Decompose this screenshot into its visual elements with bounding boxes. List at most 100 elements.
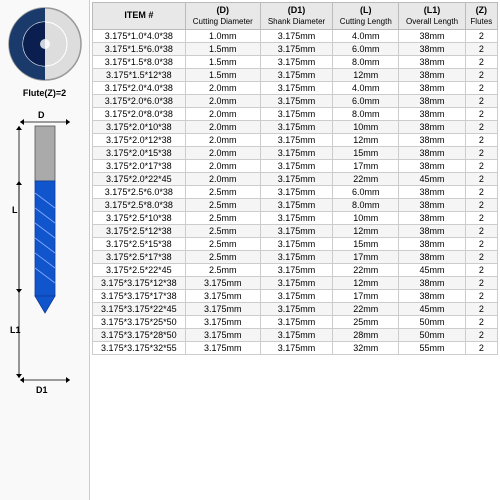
table-cell: 1.5mm bbox=[185, 55, 260, 68]
table-cell: 4.0mm bbox=[333, 81, 399, 94]
table-cell: 3.175mm bbox=[260, 172, 332, 185]
table-cell: 3.175*3.175*32*55 bbox=[93, 341, 186, 354]
table-cell: 3.175mm bbox=[260, 198, 332, 211]
table-cell: 22mm bbox=[333, 302, 399, 315]
table-cell: 3.175mm bbox=[185, 315, 260, 328]
table-cell: 3.175mm bbox=[260, 237, 332, 250]
product-table: ITEM # (D) Cutting Diameter (D1) Shank D… bbox=[92, 2, 498, 355]
table-cell: 12mm bbox=[333, 68, 399, 81]
table-cell: 3.175*3.175*17*38 bbox=[93, 289, 186, 302]
svg-text:D1: D1 bbox=[36, 385, 48, 395]
table-cell: 3.175*2.5*22*45 bbox=[93, 263, 186, 276]
table-cell: 17mm bbox=[333, 289, 399, 302]
table-row: 3.175*2.5*10*382.5mm3.175mm10mm38mm2 bbox=[93, 211, 498, 224]
table-cell: 3.175*3.175*22*45 bbox=[93, 302, 186, 315]
table-cell: 8.0mm bbox=[333, 55, 399, 68]
table-cell: 3.175mm bbox=[260, 68, 332, 81]
table-cell: 2 bbox=[465, 276, 497, 289]
table-cell: 3.175mm bbox=[260, 341, 332, 354]
table-cell: 2.0mm bbox=[185, 146, 260, 159]
table-cell: 3.175*2.5*8.0*38 bbox=[93, 198, 186, 211]
left-panel: Flute(Z)=2 D L L1 bbox=[0, 0, 90, 500]
table-row: 3.175*2.0*8.0*382.0mm3.175mm8.0mm38mm2 bbox=[93, 107, 498, 120]
table-cell: 38mm bbox=[399, 224, 465, 237]
table-cell: 2.5mm bbox=[185, 250, 260, 263]
table-cell: 45mm bbox=[399, 263, 465, 276]
table-cell: 2 bbox=[465, 315, 497, 328]
table-cell: 3.175*2.5*12*38 bbox=[93, 224, 186, 237]
table-cell: 3.175mm bbox=[185, 302, 260, 315]
table-cell: 12mm bbox=[333, 224, 399, 237]
col-header-D: (D) Cutting Diameter bbox=[185, 3, 260, 30]
table-cell: 3.175mm bbox=[260, 276, 332, 289]
table-cell: 3.175mm bbox=[260, 81, 332, 94]
table-cell: 3.175*2.0*8.0*38 bbox=[93, 107, 186, 120]
table-cell: 1.5mm bbox=[185, 42, 260, 55]
col-header-D1: (D1) Shank Diameter bbox=[260, 3, 332, 30]
right-panel[interactable]: ITEM # (D) Cutting Diameter (D1) Shank D… bbox=[90, 0, 500, 500]
table-row: 3.175*2.0*17*382.0mm3.175mm17mm38mm2 bbox=[93, 159, 498, 172]
col-header-item: ITEM # bbox=[93, 3, 186, 30]
table-cell: 3.175*1.0*4.0*38 bbox=[93, 29, 186, 42]
table-cell: 3.175*2.0*4.0*38 bbox=[93, 81, 186, 94]
table-cell: 2.0mm bbox=[185, 133, 260, 146]
table-cell: 3.175mm bbox=[185, 289, 260, 302]
table-cell: 3.175*2.0*15*38 bbox=[93, 146, 186, 159]
table-cell: 3.175*2.5*10*38 bbox=[93, 211, 186, 224]
table-cell: 2 bbox=[465, 68, 497, 81]
table-cell: 17mm bbox=[333, 159, 399, 172]
table-cell: 2 bbox=[465, 146, 497, 159]
table-row: 3.175*2.5*17*382.5mm3.175mm17mm38mm2 bbox=[93, 250, 498, 263]
table-cell: 3.175mm bbox=[260, 133, 332, 146]
table-cell: 3.175mm bbox=[260, 224, 332, 237]
flute-badge: Flute(Z)=2 bbox=[23, 88, 66, 98]
table-cell: 8.0mm bbox=[333, 107, 399, 120]
table-cell: 2.5mm bbox=[185, 224, 260, 237]
table-cell: 12mm bbox=[333, 133, 399, 146]
table-cell: 3.175*2.5*6.0*38 bbox=[93, 185, 186, 198]
table-cell: 38mm bbox=[399, 94, 465, 107]
table-cell: 2 bbox=[465, 172, 497, 185]
table-row: 3.175*2.0*4.0*382.0mm3.175mm4.0mm38mm2 bbox=[93, 81, 498, 94]
table-cell: 3.175mm bbox=[260, 42, 332, 55]
table-cell: 2 bbox=[465, 250, 497, 263]
table-cell: 38mm bbox=[399, 133, 465, 146]
table-cell: 3.175mm bbox=[260, 185, 332, 198]
table-cell: 38mm bbox=[399, 68, 465, 81]
table-cell: 2 bbox=[465, 120, 497, 133]
table-cell: 1.5mm bbox=[185, 68, 260, 81]
table-cell: 2.0mm bbox=[185, 81, 260, 94]
tool-diagram: D L L1 bbox=[10, 108, 80, 451]
table-cell: 3.175mm bbox=[260, 120, 332, 133]
table-cell: 2 bbox=[465, 42, 497, 55]
tool-icon bbox=[5, 4, 85, 84]
table-cell: 38mm bbox=[399, 159, 465, 172]
table-cell: 3.175mm bbox=[260, 250, 332, 263]
table-cell: 6.0mm bbox=[333, 185, 399, 198]
table-cell: 2 bbox=[465, 107, 497, 120]
table-cell: 3.175mm bbox=[260, 107, 332, 120]
table-cell: 55mm bbox=[399, 341, 465, 354]
table-row: 3.175*2.5*22*452.5mm3.175mm22mm45mm2 bbox=[93, 263, 498, 276]
table-cell: 28mm bbox=[333, 328, 399, 341]
table-cell: 2 bbox=[465, 328, 497, 341]
table-cell: 2 bbox=[465, 29, 497, 42]
table-cell: 50mm bbox=[399, 315, 465, 328]
table-cell: 38mm bbox=[399, 289, 465, 302]
table-cell: 3.175mm bbox=[185, 328, 260, 341]
table-cell: 12mm bbox=[333, 276, 399, 289]
table-cell: 2.5mm bbox=[185, 237, 260, 250]
table-cell: 3.175mm bbox=[260, 211, 332, 224]
table-cell: 2 bbox=[465, 94, 497, 107]
table-cell: 3.175mm bbox=[260, 302, 332, 315]
table-cell: 3.175*2.0*10*38 bbox=[93, 120, 186, 133]
table-cell: 45mm bbox=[399, 302, 465, 315]
table-cell: 15mm bbox=[333, 237, 399, 250]
table-cell: 2 bbox=[465, 341, 497, 354]
table-cell: 2.5mm bbox=[185, 198, 260, 211]
table-cell: 32mm bbox=[333, 341, 399, 354]
table-cell: 3.175mm bbox=[260, 159, 332, 172]
table-cell: 3.175mm bbox=[260, 289, 332, 302]
table-cell: 38mm bbox=[399, 276, 465, 289]
table-cell: 3.175*2.0*22*45 bbox=[93, 172, 186, 185]
